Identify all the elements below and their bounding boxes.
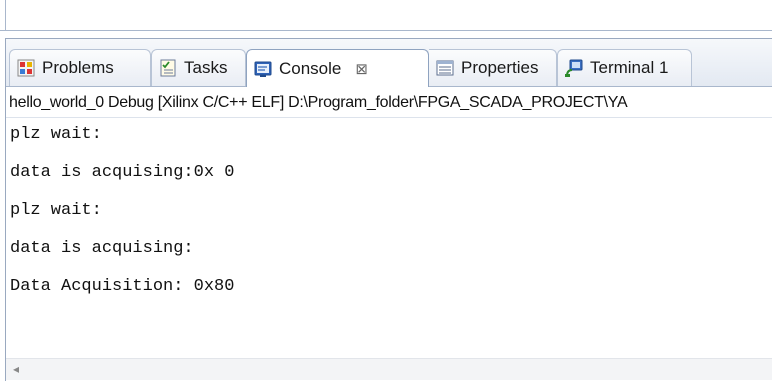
launch-description: hello_world_0 Debug [Xilinx C/C++ ELF] D… <box>6 87 772 118</box>
tab-label: Problems <box>42 58 114 77</box>
tab-label: Properties <box>461 58 539 77</box>
terminal-icon <box>565 59 583 77</box>
horizontal-scrollbar[interactable]: ◂ <box>6 358 772 380</box>
console-line: Data Acquisition: 0x80 <box>10 277 235 296</box>
tab-properties[interactable]: Properties <box>429 49 557 86</box>
tab-problems[interactable]: Problems <box>9 49 151 86</box>
view-tab-bar: Problems Tasks Console ⊠ Properties Term… <box>6 39 772 87</box>
console-output[interactable]: plz wait: data is acquising:0x 0 plz wai… <box>6 118 772 358</box>
tab-label: Console <box>279 58 342 78</box>
console-line: plz wait: <box>10 125 102 144</box>
console-line: data is acquising: <box>10 239 194 258</box>
tab-label: Tasks <box>184 58 228 77</box>
close-icon[interactable]: ⊠ <box>355 60 368 78</box>
properties-icon <box>436 60 454 76</box>
tab-terminal[interactable]: Terminal 1 <box>557 49 692 86</box>
tab-console[interactable]: Console ⊠ <box>246 49 429 87</box>
tab-tasks[interactable]: Tasks <box>151 49 246 86</box>
console-line: data is acquising:0x 0 <box>10 163 235 182</box>
tasks-icon <box>160 59 176 77</box>
upper-editor-pane <box>0 0 772 31</box>
tab-label: Terminal 1 <box>590 58 669 77</box>
console-icon <box>254 61 272 77</box>
problems-icon <box>17 59 35 77</box>
scroll-left-arrow-icon[interactable]: ◂ <box>9 361 23 377</box>
upper-pane-border <box>5 0 6 30</box>
console-view: Problems Tasks Console ⊠ Properties Term… <box>5 38 772 381</box>
console-line: plz wait: <box>10 201 102 220</box>
